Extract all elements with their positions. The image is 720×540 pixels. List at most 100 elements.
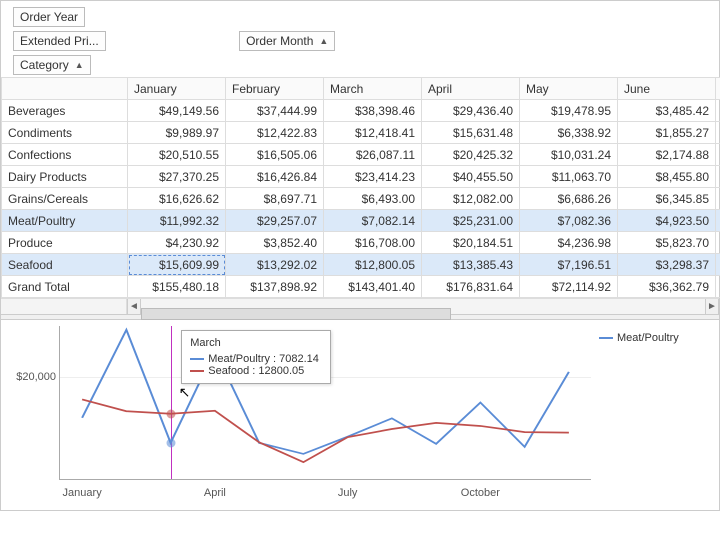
data-cell[interactable]: $8,455.80 [618,166,716,188]
data-cell[interactable]: $27,370.25 [128,166,226,188]
data-cell[interactable]: $6,493.00 [324,188,422,210]
pivot-grid[interactable]: JanuaryFebruaryMarchAprilMayJuneJu Bever… [1,77,720,298]
data-cell[interactable]: $19,478.95 [520,100,618,122]
grand-total-row[interactable]: Grand Total$155,480.18$137,898.92$143,40… [2,276,720,298]
table-row[interactable]: Condiments$9,989.97$12,422.83$12,418.41$… [2,122,720,144]
data-cell[interactable]: $3,485.42 [618,100,716,122]
data-cell[interactable]: $2,174.88 [618,144,716,166]
tooltip-line-text: Meat/Poultry : 7082.14 [208,353,319,365]
data-cell[interactable]: $12,082.00 [422,188,520,210]
data-cell-overflow [716,188,720,210]
horizontal-scrollbar[interactable]: ◄ ► [1,298,719,314]
table-row[interactable]: Dairy Products$27,370.25$16,426.84$23,41… [2,166,720,188]
table-row[interactable]: Grains/Cereals$16,626.62$8,697.71$6,493.… [2,188,720,210]
column-header[interactable]: January [128,78,226,100]
data-cell[interactable]: $15,631.48 [422,122,520,144]
chart-legend: Meat/Poultry [591,326,711,502]
data-cell[interactable]: $4,236.98 [520,232,618,254]
data-cell[interactable]: $3,298.37 [618,254,716,276]
column-header[interactable]: April [422,78,520,100]
row-header-cell[interactable]: Grains/Cereals [2,188,128,210]
legend-label: Meat/Poultry [617,332,679,344]
data-cell[interactable]: $5,823.70 [618,232,716,254]
field-pill-order-month[interactable]: Order Month ▲ [239,31,335,51]
scrollbar-thumb[interactable] [141,308,451,320]
tooltip-header: March [190,337,322,349]
data-cell[interactable]: $49,149.56 [128,100,226,122]
field-pill-order-year[interactable]: Order Year [13,7,85,27]
data-cell[interactable]: $7,082.14 [324,210,422,232]
table-row[interactable]: Confections$20,510.55$16,505.06$26,087.1… [2,144,720,166]
tooltip-line: Meat/Poultry : 7082.14 [190,353,322,365]
field-pill-extended-price[interactable]: Extended Pri... [13,31,106,51]
data-cell[interactable]: $13,292.02 [226,254,324,276]
data-cell[interactable]: $4,923.50 [618,210,716,232]
row-header-cell[interactable]: Beverages [2,100,128,122]
data-cell[interactable]: $13,385.43 [422,254,520,276]
data-cell[interactable]: $11,063.70 [520,166,618,188]
x-axis-tick-label: October [461,487,500,499]
column-header-overflow[interactable]: Ju [716,78,720,100]
data-cell[interactable]: $20,425.32 [422,144,520,166]
data-cell[interactable]: $16,426.84 [226,166,324,188]
table-row[interactable]: Produce$4,230.92$3,852.40$16,708.00$20,1… [2,232,720,254]
field-pill-label: Order Month [246,34,313,48]
column-header[interactable]: May [520,78,618,100]
scroll-right-button[interactable]: ► [705,299,719,314]
data-cell[interactable]: $20,510.55 [128,144,226,166]
data-cell[interactable]: $10,031.24 [520,144,618,166]
data-cell[interactable]: $16,708.00 [324,232,422,254]
row-header-cell[interactable]: Confections [2,144,128,166]
table-row[interactable]: Beverages$49,149.56$37,444.99$38,398.46$… [2,100,720,122]
scroll-left-button[interactable]: ◄ [127,299,141,314]
data-cell[interactable]: $40,455.50 [422,166,520,188]
data-cell[interactable]: $12,418.41 [324,122,422,144]
data-cell[interactable]: $12,422.83 [226,122,324,144]
sort-asc-icon: ▲ [75,60,84,70]
table-row[interactable]: Seafood$15,609.99$13,292.02$12,800.05$13… [2,254,720,276]
data-cell[interactable]: $29,436.40 [422,100,520,122]
column-header[interactable]: June [618,78,716,100]
data-cell[interactable]: $11,992.32 [128,210,226,232]
data-cell[interactable]: $6,686.26 [520,188,618,210]
data-cell[interactable]: $29,257.07 [226,210,324,232]
legend-item[interactable]: Meat/Poultry [599,332,703,344]
data-cell[interactable]: $16,626.62 [128,188,226,210]
chart-plot[interactable]: $20,000 JanuaryAprilJulyOctober March Me… [59,326,591,480]
data-cell[interactable]: $6,345.85 [618,188,716,210]
chart-tooltip: March Meat/Poultry : 7082.14Seafood : 12… [181,330,331,384]
field-pill-category[interactable]: Category ▲ [13,55,91,75]
field-drop-area: Order Year Extended Pri... Order Month ▲… [1,1,719,77]
data-cell[interactable]: $8,697.71 [226,188,324,210]
column-header[interactable]: February [226,78,324,100]
data-cell[interactable]: $25,231.00 [422,210,520,232]
row-header-cell[interactable]: Dairy Products [2,166,128,188]
row-header-cell[interactable]: Condiments [2,122,128,144]
grand-total-cell: $143,401.40 [324,276,422,298]
data-cell[interactable]: $7,082.36 [520,210,618,232]
data-cell[interactable]: $23,414.23 [324,166,422,188]
column-header[interactable]: March [324,78,422,100]
data-cell[interactable]: $7,196.51 [520,254,618,276]
data-cell[interactable]: $1,855.27 [618,122,716,144]
data-cell[interactable]: $38,398.46 [324,100,422,122]
data-cell[interactable]: $12,800.05 [324,254,422,276]
data-cell-overflow [716,122,720,144]
grand-total-cell: $155,480.18 [128,276,226,298]
data-cell[interactable]: $16,505.06 [226,144,324,166]
data-cell[interactable]: $6,338.92 [520,122,618,144]
data-cell[interactable]: $4,230.92 [128,232,226,254]
table-row[interactable]: Meat/Poultry$11,992.32$29,257.07$7,082.1… [2,210,720,232]
data-cell[interactable]: $9,989.97 [128,122,226,144]
data-cell[interactable]: $20,184.51 [422,232,520,254]
data-cell[interactable]: $15,609.99 [128,254,226,276]
x-axis-tick-label: January [63,487,102,499]
y-axis-tick-label: $20,000 [10,371,56,383]
row-header-cell[interactable]: Meat/Poultry [2,210,128,232]
row-header-cell[interactable]: Seafood [2,254,128,276]
data-cell[interactable]: $37,444.99 [226,100,324,122]
data-cell[interactable]: $3,852.40 [226,232,324,254]
row-header-cell[interactable]: Produce [2,232,128,254]
data-cell[interactable]: $26,087.11 [324,144,422,166]
x-axis-tick-label: April [204,487,226,499]
